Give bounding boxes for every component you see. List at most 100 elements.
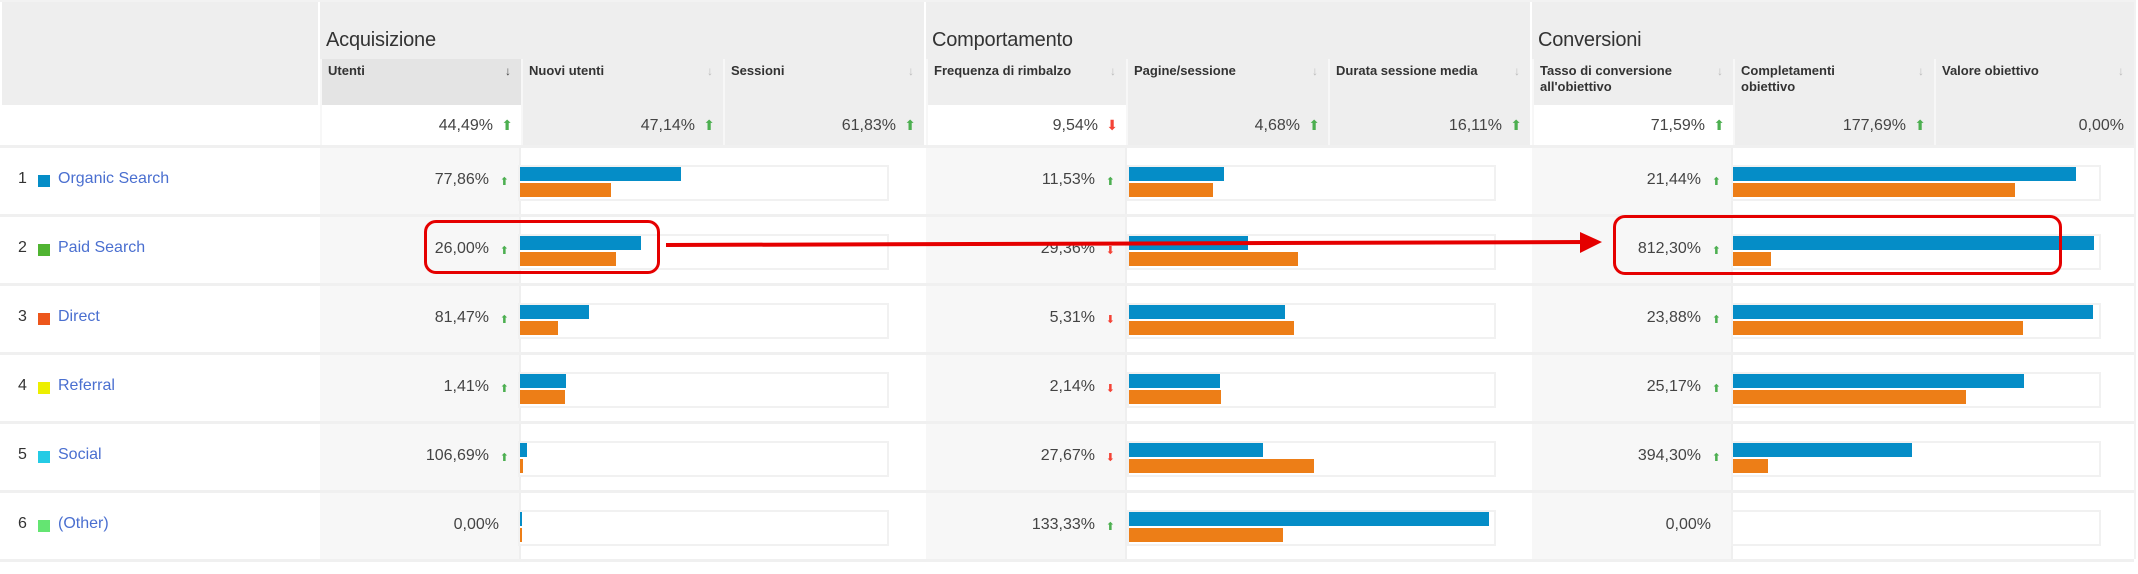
summary-cell-6: 71,59% ⬆ <box>1532 105 1733 145</box>
row-index: 1 <box>18 170 27 187</box>
summary-value: 4,68% <box>1254 117 1300 134</box>
bar-track <box>1127 372 1496 408</box>
channel-color-swatch <box>38 382 50 394</box>
bar-cell-acq <box>518 493 923 559</box>
trend-down-icon: ⬇ <box>1105 314 1115 326</box>
column-header-label: Nuovi utenti <box>529 63 605 78</box>
bar-previous-period <box>520 321 558 335</box>
channel-link[interactable]: Organic Search <box>58 170 169 188</box>
column-header-label: Tasso di conversione all'obiettivo <box>1540 63 1672 94</box>
sort-arrow-icon[interactable]: ↓ <box>707 64 713 78</box>
sort-arrow-icon[interactable]: ↓ <box>1110 64 1116 78</box>
bar-previous-period <box>1733 321 2023 335</box>
metric-value: 27,67% <box>1040 447 1095 464</box>
channel-link[interactable]: Direct <box>58 308 100 326</box>
sort-arrow-icon[interactable]: ↓ <box>908 64 914 78</box>
channel-link[interactable]: Referral <box>58 377 115 395</box>
table-right-border <box>2134 0 2136 559</box>
column-header-label: Utenti <box>328 63 365 78</box>
metric-cell-conv: 23,88% ⬆ <box>1532 286 1731 352</box>
channel-link[interactable]: (Other) <box>58 515 109 533</box>
bar-cell-beh <box>1125 424 1530 490</box>
trend-down-icon: ⬇ <box>1105 383 1115 395</box>
column-header-label: Pagine/sessione <box>1134 63 1236 78</box>
dimension-cell: 3 Direct <box>2 286 318 352</box>
metric-value: 2,14% <box>1049 378 1095 395</box>
bar-previous-period <box>1129 321 1294 335</box>
trend-up-icon: ⬆ <box>1711 176 1721 188</box>
trend-up-icon: ⬆ <box>1105 521 1115 533</box>
row-index: 6 <box>18 515 27 532</box>
bar-cell-conv <box>1731 355 2134 421</box>
summary-cell-7: 177,69% ⬆ <box>1733 105 1934 145</box>
column-header-0[interactable]: Utenti ↓ <box>320 59 521 105</box>
bar-cell-beh <box>1125 493 1530 559</box>
bar-previous-period <box>1129 390 1222 404</box>
column-header-1[interactable]: Nuovi utenti ↓ <box>521 59 723 105</box>
group-header-behavior: Comportamento <box>926 2 1530 59</box>
row-index: 4 <box>18 377 27 394</box>
row-index: 5 <box>18 446 27 463</box>
metric-value: 0,00% <box>1665 516 1711 533</box>
column-header-label: Completamenti obiettivo <box>1741 63 1835 94</box>
channel-link[interactable]: Social <box>58 446 102 464</box>
metric-cell-beh: 2,14% ⬇ <box>926 355 1125 421</box>
bar-current-period <box>1129 443 1263 457</box>
column-header-4[interactable]: Pagine/sessione ↓ <box>1126 59 1328 105</box>
sort-arrow-icon[interactable]: ↓ <box>1312 64 1318 78</box>
sort-arrow-icon[interactable]: ↓ <box>2118 64 2124 78</box>
metric-cell-conv: 21,44% ⬆ <box>1532 148 1731 214</box>
sort-arrow-icon[interactable]: ↓ <box>1918 64 1924 78</box>
column-header-5[interactable]: Durata sessione media ↓ <box>1328 59 1530 105</box>
summary-value: 177,69% <box>1842 117 1906 134</box>
metric-cell-beh: 11,53% ⬆ <box>926 148 1125 214</box>
column-header-7[interactable]: Completamenti obiettivo ↓ <box>1733 59 1934 105</box>
bar-cell-beh <box>1125 148 1530 214</box>
bar-current-period <box>1733 374 2025 388</box>
bar-track <box>518 303 889 339</box>
row-index: 2 <box>18 239 27 256</box>
sort-arrow-icon[interactable]: ↓ <box>1514 64 1520 78</box>
annotation-arrow <box>665 232 1602 253</box>
sort-arrow-icon[interactable]: ↓ <box>505 64 511 78</box>
dimension-cell: 6 (Other) <box>2 493 318 559</box>
metric-cell-beh: 5,31% ⬇ <box>926 286 1125 352</box>
channel-color-swatch <box>38 313 50 325</box>
metric-cell-beh: 133,33% ⬆ <box>926 493 1125 559</box>
bar-track <box>1127 510 1496 546</box>
bar-current-period <box>1733 305 2093 319</box>
trend-up-icon: ⬆ <box>499 176 509 188</box>
bar-track <box>518 372 889 408</box>
sort-arrow-icon[interactable]: ↓ <box>1717 64 1723 78</box>
metric-cell-acq: 1,41% ⬆ <box>320 355 519 421</box>
column-header-label: Frequenza di rimbalzo <box>934 63 1072 78</box>
column-header-6[interactable]: Tasso di conversione all'obiettivo ↓ <box>1532 59 1733 105</box>
annotation-highlight-conversion <box>1613 215 2062 275</box>
summary-row-label <box>2 105 318 145</box>
bar-previous-period <box>1733 459 1769 473</box>
bar-previous-period <box>1129 459 1315 473</box>
column-header-8[interactable]: Valore obiettivo ↓ <box>1934 59 2134 105</box>
bar-current-period <box>520 374 567 388</box>
bar-current-period <box>520 443 527 457</box>
column-header-label: Durata sessione media <box>1336 63 1478 78</box>
bar-current-period <box>1733 167 2077 181</box>
bar-current-period <box>520 167 682 181</box>
column-header-3[interactable]: Frequenza di rimbalzo ↓ <box>926 59 1126 105</box>
trend-up-icon: ⬆ <box>499 314 509 326</box>
bar-cell-conv <box>1731 493 2134 559</box>
group-header-conversions: Conversioni <box>1532 2 2134 59</box>
summary-value: 16,11% <box>1448 117 1502 134</box>
column-header-2[interactable]: Sessioni ↓ <box>723 59 924 105</box>
bar-cell-beh <box>1125 286 1530 352</box>
summary-cell-4: 4,68% ⬆ <box>1126 105 1328 145</box>
dimension-subheader <box>2 59 318 105</box>
dimension-cell: 2 Paid Search <box>2 217 318 283</box>
group-title-acquisition: Acquisizione <box>326 29 436 51</box>
channel-link[interactable]: Paid Search <box>58 239 145 257</box>
group-header-acquisition: Acquisizione <box>320 2 924 59</box>
metric-cell-conv: 394,30% ⬆ <box>1532 424 1731 490</box>
metric-value: 0,00% <box>453 516 499 533</box>
metric-value: 11,53% <box>1041 171 1095 188</box>
metric-value: 133,33% <box>1031 516 1095 533</box>
